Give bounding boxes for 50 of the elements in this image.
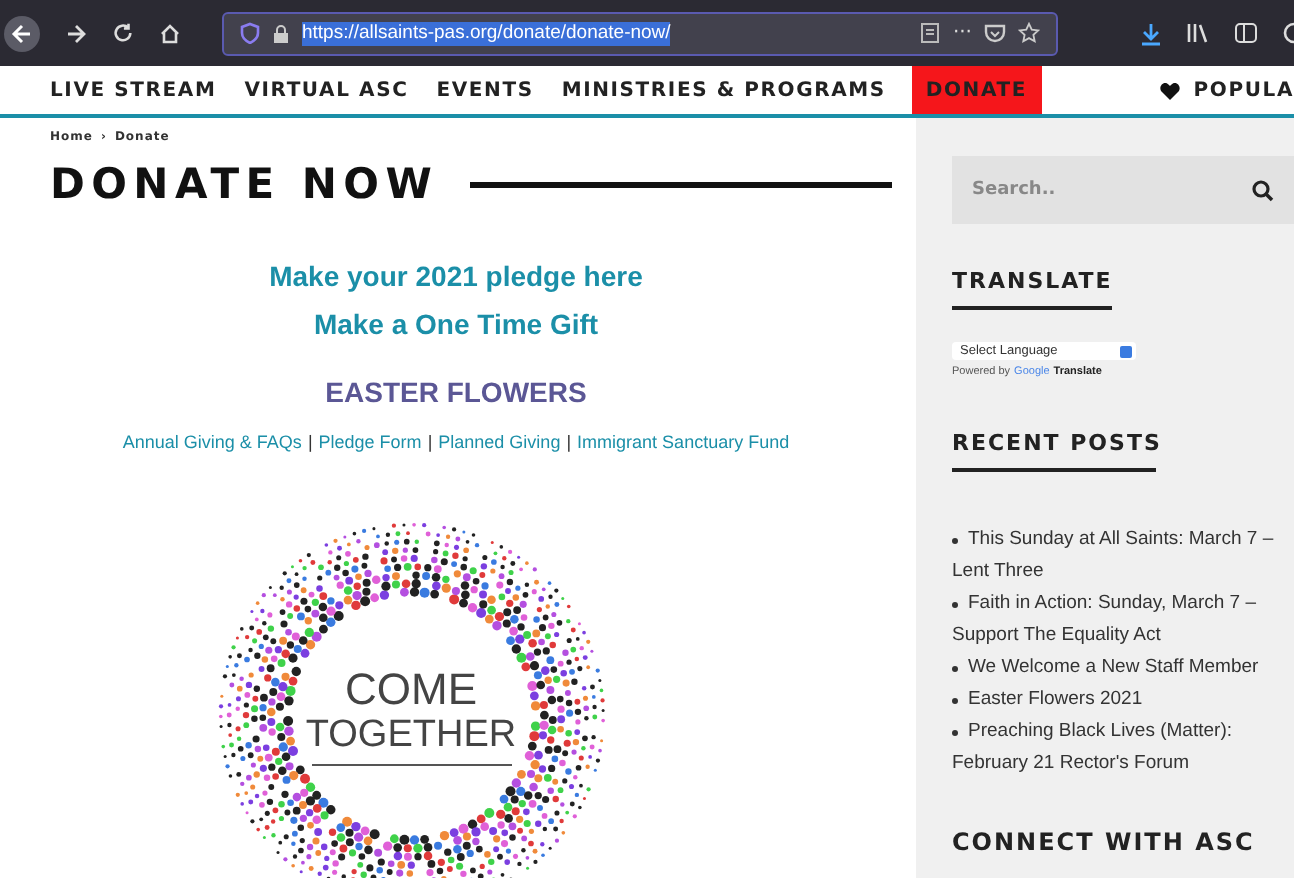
widget-heading: TRANSLATE <box>952 268 1113 294</box>
recent-post-link[interactable]: Easter Flowers 2021 <box>952 684 1288 716</box>
donation-link[interactable]: EASTER FLOWERS <box>325 376 587 408</box>
nav-link[interactable]: POPULA <box>1179 66 1294 114</box>
heart-icon <box>1159 81 1180 99</box>
page-actions-menu[interactable]: ··· <box>952 22 972 44</box>
star-icon[interactable] <box>1018 22 1040 44</box>
forward-icon[interactable] <box>64 21 88 45</box>
nav-link[interactable]: DONATE <box>911 66 1041 114</box>
graphic-text: COME <box>345 665 477 714</box>
nav-link[interactable]: EVENTS <box>422 66 548 114</box>
bullet-icon <box>952 602 958 608</box>
link-separator: | <box>566 432 572 452</box>
search-field[interactable]: Search.. <box>952 156 1294 224</box>
back-button[interactable] <box>4 15 40 51</box>
reload-icon[interactable] <box>112 22 134 44</box>
page-title: DONATE NOW <box>50 160 439 208</box>
download-icon[interactable] <box>1140 21 1162 45</box>
donation-link[interactable]: Make a One Time Gift <box>313 308 599 340</box>
widget-heading: RECENT POSTS <box>952 430 1162 456</box>
link-separator: | <box>307 432 313 452</box>
recent-post-link[interactable]: Faith in Action: Sunday, March 7 – Support The Equality Act <box>952 588 1288 652</box>
bullet-icon <box>952 730 958 736</box>
giving-link[interactable]: Immigrant Sanctuary Fund <box>577 432 790 452</box>
library-icon[interactable] <box>1186 22 1210 44</box>
search-icon[interactable] <box>1252 180 1274 202</box>
nav-link[interactable]: MINISTRIES & PROGRAMS <box>547 66 900 114</box>
bullet-icon <box>952 698 958 704</box>
home-icon[interactable] <box>158 21 182 45</box>
recent-post-link[interactable]: Preaching Black Lives (Matter): February 21 Rector's Forum <box>952 716 1288 780</box>
pocket-icon[interactable] <box>984 23 1006 43</box>
link-separator: | <box>427 432 433 452</box>
nav-link[interactable]: LIVE STREAM <box>36 66 231 114</box>
giving-link[interactable]: Pledge Form <box>318 432 422 452</box>
bullet-icon <box>952 538 958 544</box>
donation-link[interactable]: Make your 2021 pledge here <box>269 260 643 292</box>
widget-heading: CONNECT WITH ASC <box>952 828 1255 856</box>
lock-icon <box>272 23 290 43</box>
graphic-text: TOGETHER <box>305 713 517 760</box>
giving-link[interactable]: Planned Giving <box>438 432 561 452</box>
shield-icon <box>240 22 260 44</box>
reader-view-icon[interactable] <box>920 22 941 44</box>
nav-link[interactable]: VIRTUAL ASC <box>230 66 423 114</box>
giving-link[interactable]: Annual Giving & FAQs <box>122 432 302 452</box>
recent-post-link[interactable]: We Welcome a New Staff Member <box>952 652 1288 684</box>
sidebar-icon[interactable] <box>1234 22 1258 44</box>
bullet-icon <box>952 666 958 672</box>
recent-post-link[interactable]: This Sunday at All Saints: March 7 – Lent Three <box>952 524 1288 588</box>
account-icon[interactable] <box>1282 22 1294 44</box>
back-arrow-icon <box>10 21 34 45</box>
